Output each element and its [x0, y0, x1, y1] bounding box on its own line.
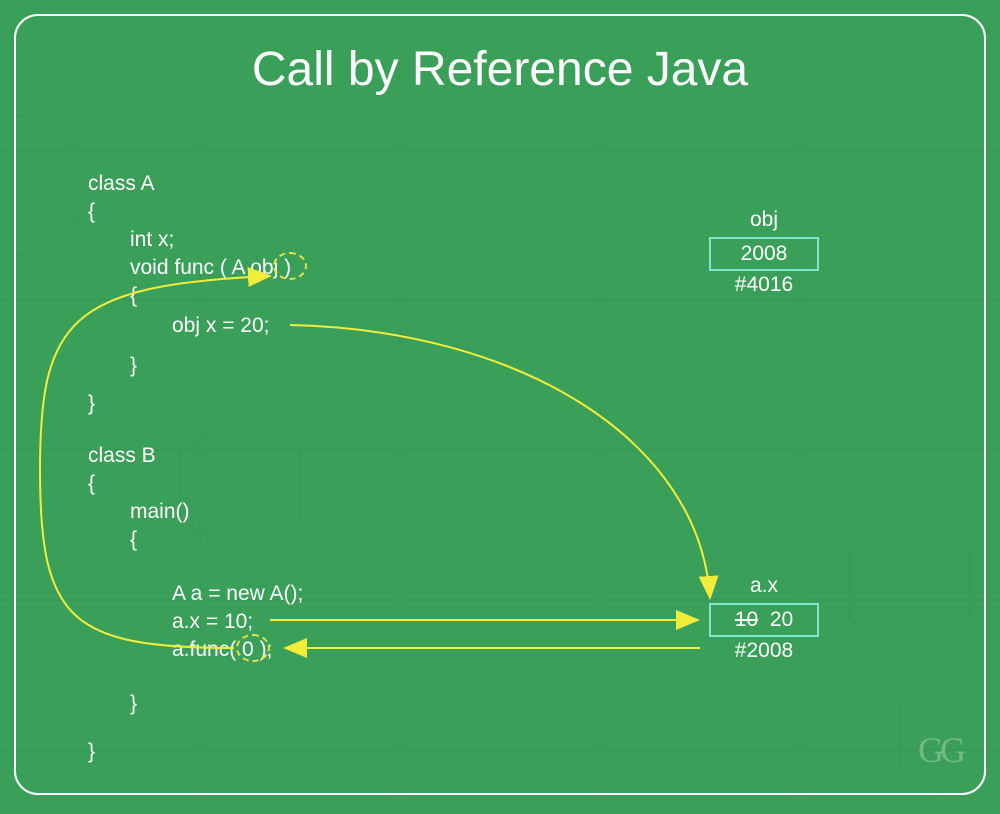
mem-ax-addr: #2008: [709, 639, 819, 663]
classB-open: {: [88, 470, 95, 498]
classB-line1: A a = new A();: [172, 580, 303, 608]
mem-obj-box: 2008: [709, 237, 819, 271]
mem-ax-label: a.x: [709, 574, 819, 598]
classB-line2: a.x = 10;: [172, 608, 253, 636]
classA-body: obj x = 20;: [172, 312, 269, 340]
classB-main-open: {: [130, 526, 137, 554]
classB-main-close: }: [130, 690, 137, 718]
classA-func: void func ( A obj ): [130, 254, 291, 282]
diagram-title: Call by Reference Java: [0, 42, 1000, 97]
classB-main: main(): [130, 498, 190, 526]
mem-obj-addr: #4016: [709, 273, 819, 297]
classA-func-close: }: [130, 352, 137, 380]
classB-close: }: [88, 738, 95, 766]
mem-ax-box: 10 20: [709, 603, 819, 637]
classB-decl: class B: [88, 442, 156, 470]
classA-open: {: [88, 198, 95, 226]
mem-obj-label: obj: [709, 208, 819, 232]
classA-intx: int x;: [130, 226, 174, 254]
classA-decl: class A: [88, 170, 155, 198]
mem-ax-new: 20: [770, 608, 793, 631]
highlight-arg-zero: [236, 634, 270, 662]
mem-ax-old: 10: [735, 608, 758, 631]
highlight-obj-param: [273, 252, 307, 280]
classA-close: }: [88, 390, 95, 418]
watermark-logo: GG: [918, 729, 962, 771]
classA-func-open: {: [130, 282, 137, 310]
outer-frame: [14, 14, 986, 795]
